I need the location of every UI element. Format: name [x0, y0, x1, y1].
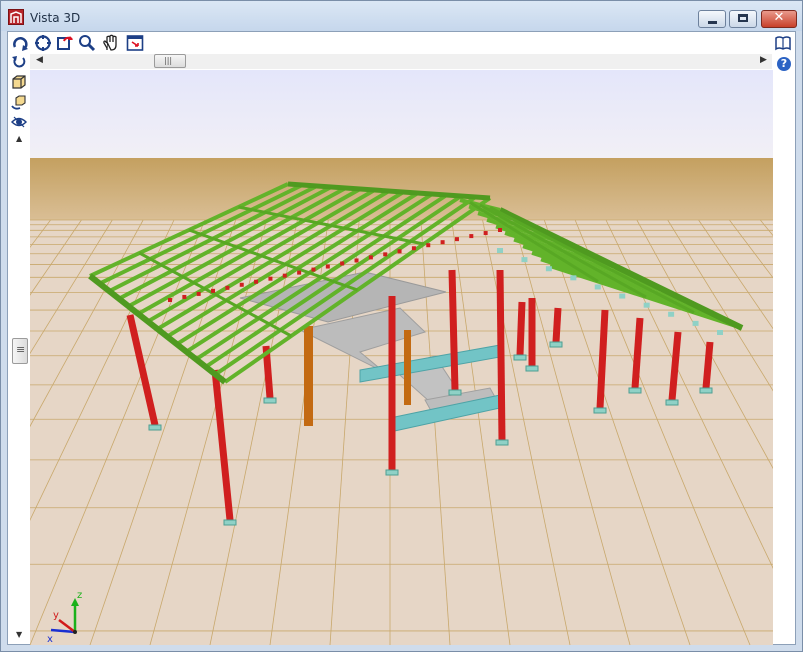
client-area: ? ◀ ||| ▶ ▲ ≡ ▼ z y x [7, 31, 796, 645]
zoom-extents-icon[interactable] [34, 34, 52, 52]
connection-plate [594, 284, 601, 290]
scroll-left-arrow-icon[interactable]: ◀ [36, 55, 43, 65]
connection-plate [297, 270, 302, 275]
connection-plate [325, 264, 330, 269]
toolbar [8, 32, 795, 54]
column [552, 307, 562, 343]
maximize-icon [738, 14, 748, 22]
connection-plate [311, 267, 316, 272]
column-base-plate [525, 365, 539, 372]
sky [30, 70, 773, 160]
column-base-plate [263, 397, 277, 404]
minimize-icon [708, 21, 717, 24]
connection-plate [498, 228, 502, 232]
scroll-down-arrow-icon[interactable]: ▼ [16, 630, 22, 639]
column [702, 341, 714, 389]
rotate-view-icon[interactable] [12, 34, 30, 52]
connection-plate [692, 320, 699, 326]
window-title: Vista 3D [30, 11, 81, 25]
connection-plate [411, 246, 416, 251]
connection-plate [368, 255, 373, 260]
wood-column-1 [304, 326, 313, 426]
column [516, 301, 526, 356]
connection-plate [239, 282, 244, 287]
connection-plate [619, 293, 626, 299]
horizontal-scrollbar[interactable]: ◀ ||| ▶ [30, 54, 772, 69]
column [448, 269, 459, 391]
axis-origin [73, 630, 77, 634]
3d-viewport[interactable]: z y x [30, 70, 773, 645]
column [496, 269, 506, 441]
scroll-up-arrow-icon[interactable]: ▲ [16, 134, 22, 143]
column-base-plate [549, 341, 563, 348]
connection-plate [545, 266, 552, 272]
connection-plate [497, 248, 503, 253]
connection-plate [254, 279, 259, 284]
column-base-plate [628, 387, 642, 394]
select-window-icon[interactable] [126, 34, 144, 52]
column [631, 317, 644, 389]
connection-plate [717, 330, 723, 335]
window: Vista 3D ✕ ? ◀ ||| ▶ ▲ ≡ ▼ z y x [0, 0, 803, 652]
thumb-grip: ||| [164, 56, 173, 65]
connection-plate [440, 240, 445, 245]
scroll-right-arrow-icon[interactable]: ▶ [760, 55, 767, 65]
connection-plate [454, 237, 459, 242]
vertical-scrollbar[interactable]: ▲ ≡ ▼ [12, 134, 28, 642]
connection-plate [426, 243, 431, 248]
connection-plate [570, 275, 577, 281]
zoom-window-icon[interactable] [78, 34, 96, 52]
connection-plate [469, 234, 474, 239]
3d-scene[interactable]: z y x [30, 70, 773, 645]
column-base-plate [699, 387, 713, 394]
cube-rotate-icon[interactable] [11, 94, 29, 112]
connection-plate [182, 294, 187, 299]
connection-plate [668, 311, 675, 317]
column [596, 309, 609, 409]
connection-plate [225, 285, 230, 290]
horizontal-scroll-thumb[interactable]: ||| [154, 54, 186, 68]
connection-plate [196, 291, 201, 296]
connection-plate [483, 231, 488, 236]
help-icon[interactable]: ? [776, 56, 794, 74]
column-base-plate [223, 519, 237, 526]
column-base-plate [448, 389, 462, 396]
app-icon [8, 9, 24, 25]
pan-hand-icon[interactable] [102, 34, 120, 52]
connection-plate [521, 257, 528, 263]
axis-z-label: z [77, 590, 82, 601]
connection-plate [643, 302, 650, 308]
column-base-plate [495, 439, 509, 446]
connection-plate [211, 288, 216, 293]
column-base-plate [665, 399, 679, 406]
refresh-view-icon[interactable] [56, 34, 74, 52]
vertical-scroll-thumb[interactable]: ≡ [12, 338, 28, 364]
column-base-plate [385, 469, 399, 476]
eye-visibility-icon[interactable] [10, 114, 29, 132]
connection-plate [340, 261, 345, 266]
connection-plate [282, 273, 287, 278]
connection-plate [397, 249, 402, 254]
axis-x-label: x [47, 634, 53, 645]
maximize-button[interactable] [729, 10, 757, 28]
close-button[interactable]: ✕ [761, 10, 797, 28]
help-label: ? [780, 57, 788, 70]
connection-plate [268, 276, 273, 281]
title-bar[interactable]: Vista 3D ✕ [1, 1, 802, 31]
connection-plate [354, 258, 359, 263]
close-icon: ✕ [773, 10, 785, 25]
axis-y-label: y [53, 610, 59, 621]
column-base-plate [513, 354, 527, 361]
book-icon[interactable] [774, 34, 792, 52]
connection-plate [383, 252, 388, 257]
cube-view-icon[interactable] [11, 74, 29, 92]
minimize-button[interactable] [698, 10, 726, 28]
vthumb-grip: ≡ [16, 343, 26, 356]
connection-plate [168, 298, 172, 302]
wood-column-2 [404, 330, 411, 405]
column-base-plate [148, 424, 162, 431]
column-base-plate [593, 407, 607, 414]
undo-rotate-icon[interactable] [11, 54, 29, 72]
